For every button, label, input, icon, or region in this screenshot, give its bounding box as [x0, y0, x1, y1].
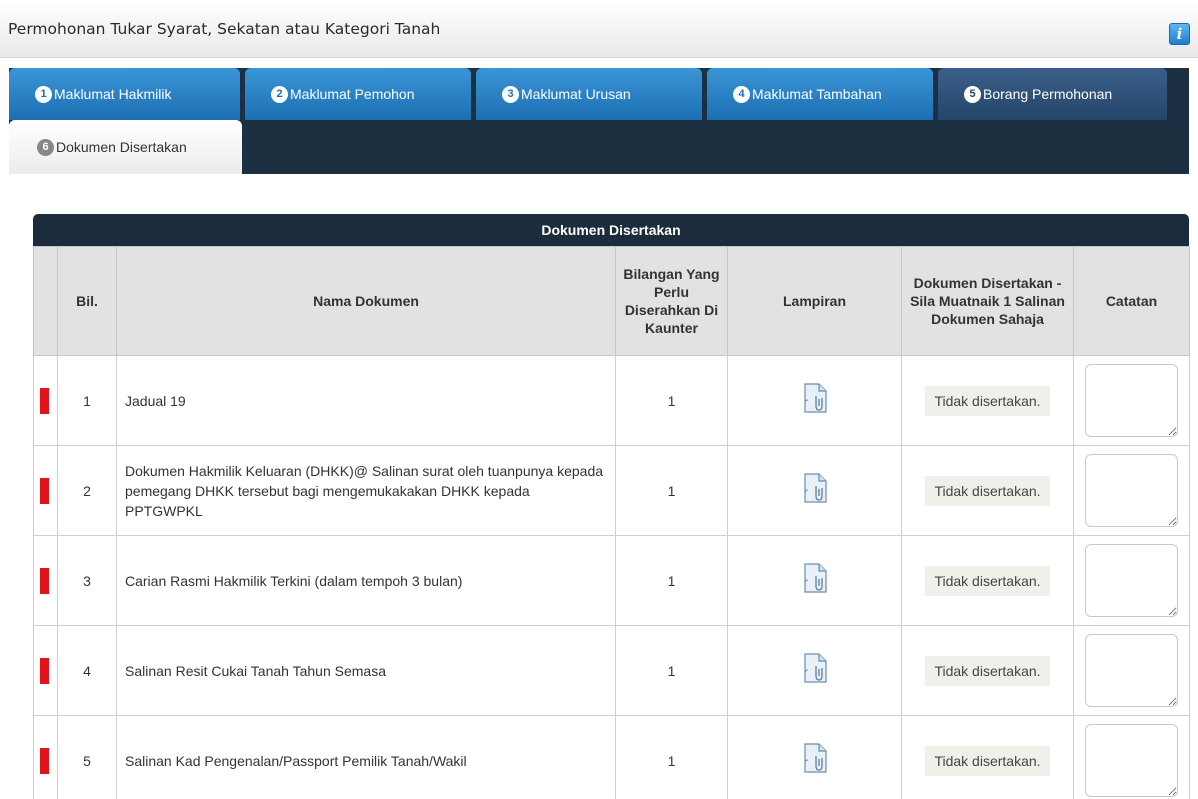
table-header-row: Bil. Nama Dokumen Bilangan Yang Perlu Di… [33, 246, 1190, 356]
tab-number-badge: 2 [271, 85, 288, 103]
status-cell: Tidak disertakan. [901, 535, 1074, 626]
lampiran-cell [727, 355, 902, 446]
flag-cell [33, 625, 58, 716]
header-dokumen-disertakan: Dokumen Disertakan - Sila Muatnaik 1 Sal… [901, 246, 1074, 356]
header-lampiran: Lampiran [727, 246, 902, 356]
attachment-file-icon[interactable] [802, 653, 828, 683]
tab-label: Maklumat Pemohon [290, 86, 415, 102]
tab-number-badge: 1 [35, 85, 52, 103]
required-flag-icon [40, 747, 49, 774]
table-row: 2 Dokumen Hakmilik Keluaran (DHKK)@ Sali… [33, 445, 1190, 536]
row-nama-dokumen: Carian Rasmi Hakmilik Terkini (dalam tem… [116, 535, 616, 626]
tab-number-badge: 3 [502, 85, 519, 103]
header-nama-dokumen: Nama Dokumen [116, 246, 616, 356]
catatan-cell [1073, 715, 1190, 799]
row-bil: 1 [57, 355, 117, 446]
row-bilangan: 1 [615, 445, 728, 536]
tab-maklumat-hakmilik[interactable]: 1 Maklumat Hakmilik [9, 68, 240, 120]
tab-label: Maklumat Tambahan [752, 86, 882, 102]
required-flag-icon [40, 657, 49, 684]
row-nama-dokumen: Salinan Kad Pengenalan/Passport Pemilik … [116, 715, 616, 799]
tab-label: Maklumat Urusan [521, 86, 631, 102]
tab-label: Borang Permohonan [983, 86, 1113, 102]
document-status: Tidak disertakan. [925, 655, 1050, 686]
tab-label: Dokumen Disertakan [56, 139, 187, 155]
header-flag [33, 246, 58, 356]
tab-number-badge: 5 [964, 85, 981, 103]
flag-cell [33, 445, 58, 536]
tab-dokumen-disertakan[interactable]: 6 Dokumen Disertakan [9, 120, 242, 174]
status-cell: Tidak disertakan. [901, 445, 1074, 536]
page-title: Permohonan Tukar Syarat, Sekatan atau Ka… [8, 20, 441, 38]
tab-label: Maklumat Hakmilik [54, 86, 172, 102]
required-flag-icon [40, 387, 49, 414]
catatan-cell [1073, 625, 1190, 716]
row-bilangan: 1 [615, 715, 728, 799]
document-status: Tidak disertakan. [925, 385, 1050, 416]
header-bil: Bil. [57, 246, 117, 356]
lampiran-cell [727, 625, 902, 716]
tab-maklumat-tambahan[interactable]: 4 Maklumat Tambahan [707, 68, 933, 120]
catatan-textarea[interactable] [1085, 454, 1178, 527]
table-row: 1 Jadual 19 1 Tidak disertakan. [33, 355, 1190, 446]
row-bil: 5 [57, 715, 117, 799]
required-flag-icon [40, 477, 49, 504]
row-bil: 4 [57, 625, 117, 716]
catatan-cell [1073, 355, 1190, 446]
info-icon[interactable]: i [1169, 23, 1190, 45]
row-bil: 3 [57, 535, 117, 626]
row-nama-dokumen: Dokumen Hakmilik Keluaran (DHKK)@ Salina… [116, 445, 616, 536]
flag-cell [33, 535, 58, 626]
catatan-cell [1073, 445, 1190, 536]
document-status: Tidak disertakan. [925, 565, 1050, 596]
tab-borang-permohonan[interactable]: 5 Borang Permohonan [938, 68, 1167, 120]
status-cell: Tidak disertakan. [901, 715, 1074, 799]
catatan-cell [1073, 535, 1190, 626]
attachment-file-icon[interactable] [802, 383, 828, 413]
header-catatan: Catatan [1073, 246, 1190, 356]
row-nama-dokumen: Salinan Resit Cukai Tanah Tahun Semasa [116, 625, 616, 716]
row-nama-dokumen: Jadual 19 [116, 355, 616, 446]
row-bilangan: 1 [615, 535, 728, 626]
table-caption: Dokumen Disertakan [33, 214, 1189, 246]
table-row: 4 Salinan Resit Cukai Tanah Tahun Semasa… [33, 625, 1190, 716]
attachment-file-icon[interactable] [802, 473, 828, 503]
flag-cell [33, 715, 58, 799]
tab-panel: 1 Maklumat Hakmilik 2 Maklumat Pemohon 3… [9, 68, 1189, 174]
tab-maklumat-urusan[interactable]: 3 Maklumat Urusan [476, 68, 702, 120]
catatan-textarea[interactable] [1085, 724, 1178, 797]
row-bilangan: 1 [615, 625, 728, 716]
document-status: Tidak disertakan. [925, 475, 1050, 506]
header-bilangan: Bilangan Yang Perlu Diserahkan Di Kaunte… [615, 246, 728, 356]
lampiran-cell [727, 715, 902, 799]
row-bilangan: 1 [615, 355, 728, 446]
attachment-file-icon[interactable] [802, 563, 828, 593]
lampiran-cell [727, 535, 902, 626]
row-bil: 2 [57, 445, 117, 536]
required-flag-icon [40, 567, 49, 594]
flag-cell [33, 355, 58, 446]
status-cell: Tidak disertakan. [901, 625, 1074, 716]
tab-maklumat-pemohon[interactable]: 2 Maklumat Pemohon [245, 68, 471, 120]
catatan-textarea[interactable] [1085, 544, 1178, 617]
documents-table: Bil. Nama Dokumen Bilangan Yang Perlu Di… [33, 246, 1190, 799]
tab-number-badge: 6 [37, 138, 54, 156]
catatan-textarea[interactable] [1085, 364, 1178, 437]
title-bar: Permohonan Tukar Syarat, Sekatan atau Ka… [0, 0, 1198, 58]
catatan-textarea[interactable] [1085, 634, 1178, 707]
table-row: 5 Salinan Kad Pengenalan/Passport Pemili… [33, 715, 1190, 799]
lampiran-cell [727, 445, 902, 536]
table-row: 3 Carian Rasmi Hakmilik Terkini (dalam t… [33, 535, 1190, 626]
documents-table-section: Dokumen Disertakan Bil. Nama Dokumen Bil… [33, 214, 1190, 799]
document-status: Tidak disertakan. [925, 745, 1050, 776]
tab-number-badge: 4 [733, 85, 750, 103]
status-cell: Tidak disertakan. [901, 355, 1074, 446]
attachment-file-icon[interactable] [802, 743, 828, 773]
